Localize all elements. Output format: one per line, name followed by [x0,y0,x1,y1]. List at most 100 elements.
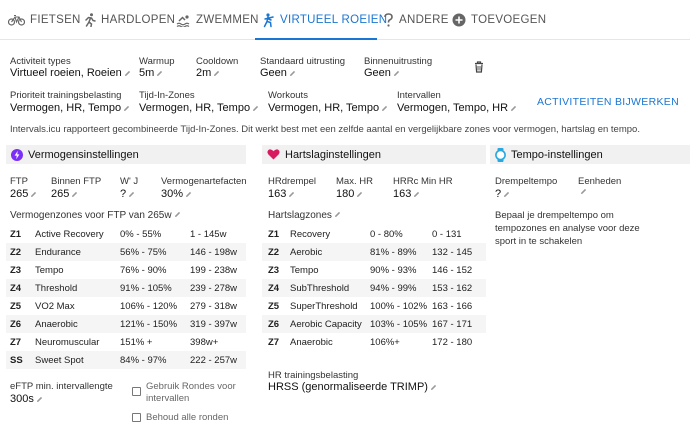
tab-label: VIRTUEEL ROEIEN [280,14,388,26]
time-in-zones-label: Tijd-In-Zones [139,90,195,101]
pencil-icon [511,105,517,111]
pencil-icon [430,384,437,390]
hrrc-field[interactable]: 163 [393,188,420,200]
hr-load-field[interactable]: HRSS (genormaliseerde TRIMP) [268,381,437,393]
pencil-icon [414,191,420,197]
pencil-icon [129,191,135,197]
power-zone-row: Z3 Tempo 76% - 90% 199 - 238w [10,264,238,276]
indoor-gear-field[interactable]: Geen [364,67,400,79]
hr-zone-row: Z1 Recovery 0 - 80% 0 - 131 [268,228,462,240]
activity-types-label: Activiteit types [10,56,71,67]
max-hr-label: Max. HR [336,176,373,187]
pace-hint: Bepaal je drempeltempo om tempozones en … [495,210,640,247]
power-zone-row: Z5 VO2 Max 106% - 120% 279 - 318w [10,300,238,312]
tab-hardlopen[interactable]: HARDLOPEN [84,0,175,40]
pencil-icon [357,191,363,197]
tab-toevoegen[interactable]: TOEVOEGEN [452,0,546,40]
pencil-icon [124,105,130,111]
use-laps-label: Gebruik Rondes voor intervallen [146,381,236,404]
hr-zone-row: Z7 Anaerobic 106%+ 172 - 180 [268,336,473,348]
hr-zone-row: Z2 Aerobic 81% - 89% 132 - 145 [262,243,486,261]
pencil-icon [581,188,587,194]
activity-types-field[interactable]: Virtueel roeien, Roeien [10,67,131,79]
hr-zone-row: Z4 SubThreshold 94% - 99% 153 - 162 [262,279,486,297]
units-field[interactable] [578,188,587,195]
indoor-gear-label: Binnenuitrusting [364,56,433,67]
pencil-icon[interactable] [174,211,181,218]
power-settings-header: Vermogensinstellingen [6,145,246,164]
pencil-icon [504,191,510,197]
threshold-pace-field[interactable]: ? [495,188,510,200]
ftp-field[interactable]: 265 [10,188,37,200]
pencil-icon[interactable] [334,211,341,218]
combined-zones-info: Intervals.icu rapporteert gecombineerde … [10,124,640,135]
eftp-label: eFTP min. intervallengte [10,381,113,392]
keep-laps-checkbox[interactable] [132,413,141,422]
workouts-label: Workouts [268,90,308,101]
tab-andere[interactable]: ANDERE [383,0,449,40]
power-zone-row: Z2 Endurance 56% - 75% 146 - 198w [6,243,246,261]
heart-icon [267,149,280,160]
pencil-icon [393,70,400,76]
trash-icon[interactable] [474,61,484,73]
pencil-icon [186,191,192,197]
hr-load-label: HR trainingsbelasting [268,370,359,381]
threshold-pace-label: Drempeltempo [495,176,558,187]
pencil-icon [289,191,295,197]
use-laps-checkbox[interactable] [132,387,141,396]
hr-threshold-field[interactable]: 163 [268,188,295,200]
default-gear-field[interactable]: Geen [260,67,296,79]
eftp-field[interactable]: 300s [10,393,43,405]
ftp-label: FTP [10,176,28,187]
hr-threshold-label: HRdrempel [268,176,317,187]
max-hr-field[interactable]: 180 [336,188,363,200]
warmup-label: Warmup [139,56,175,67]
time-in-zones-field[interactable]: Vermogen, HR, Tempo [139,102,259,114]
power-zone-row: Z6 Anaerobic 121% - 150% 319 - 397w [6,315,246,333]
pencil-icon [124,70,130,76]
power-zone-row: Z4 Threshold 91% - 105% 239 - 278w [6,279,246,297]
pencil-icon [157,70,163,76]
workouts-field[interactable]: Vermogen, HR, Tempo [268,102,388,114]
power-zone-row: SS Sweet Spot 84% - 97% 222 - 257w [6,351,246,369]
intervals-field[interactable]: Vermogen, Tempo, HR [397,102,517,114]
run-icon [85,13,96,27]
pencil-icon [214,70,220,76]
wprime-field[interactable]: ? [120,188,135,200]
update-activities-button[interactable]: ACTIVITEITEN BIJWERKEN [537,96,679,108]
hr-zone-row: Z6 Aerobic Capacity 103% - 105% 167 - 171 [262,315,486,333]
pencil-icon [36,396,42,402]
tab-label: HARDLOPEN [101,14,176,26]
tab-label: ANDERE [399,14,449,26]
hr-zones-title: Hartslagzones [268,210,341,221]
warmup-field[interactable]: 5m [139,67,163,79]
bike-icon [8,14,25,26]
tab-label: TOEVOEGEN [471,14,547,26]
default-gear-label: Standaard uitrusting [260,56,346,67]
tab-virtueel-roeien[interactable]: VIRTUEEL ROEIEN [262,0,387,40]
load-priority-label: Prioriteit trainingsbelasting [10,90,122,101]
units-label: Eenheden [578,176,622,187]
indoor-ftp-field[interactable]: 265 [51,188,78,200]
row-icon [263,12,274,27]
indoor-ftp-label: Binnen FTP [51,176,102,187]
lightning-icon [11,148,23,161]
load-priority-field[interactable]: Vermogen, HR, Tempo [10,102,130,114]
power-zones-title: Vermogenzones voor FTP van 265w [10,210,181,221]
power-zone-row: Z1 Active Recovery 0% - 55% 1 - 145w [10,228,227,240]
tab-label: ZWEMMEN [196,14,259,26]
sport-tabs: FIETSEN HARDLOPEN ZWEMMEN VIRTUEEL ROEIE… [0,0,690,40]
tab-label: FIETSEN [30,14,81,26]
cooldown-label: Cooldown [196,56,239,67]
cooldown-field[interactable]: 2m [196,67,220,79]
tab-fietsen[interactable]: FIETSEN [8,0,81,40]
pencil-icon [289,70,296,76]
pencil-icon [72,191,78,197]
power-factor-field[interactable]: 30% [161,188,192,200]
hr-zone-row: Z3 Tempo 90% - 93% 146 - 152 [268,264,473,276]
hr-settings-header: Hartslaginstellingen [262,145,486,164]
question-icon [384,13,393,27]
tab-zwemmen[interactable]: ZWEMMEN [176,0,259,40]
keep-laps-label: Behoud alle ronden [146,412,229,423]
hr-zone-row: Z5 SuperThreshold 100% - 102% 163 - 166 [268,300,473,312]
